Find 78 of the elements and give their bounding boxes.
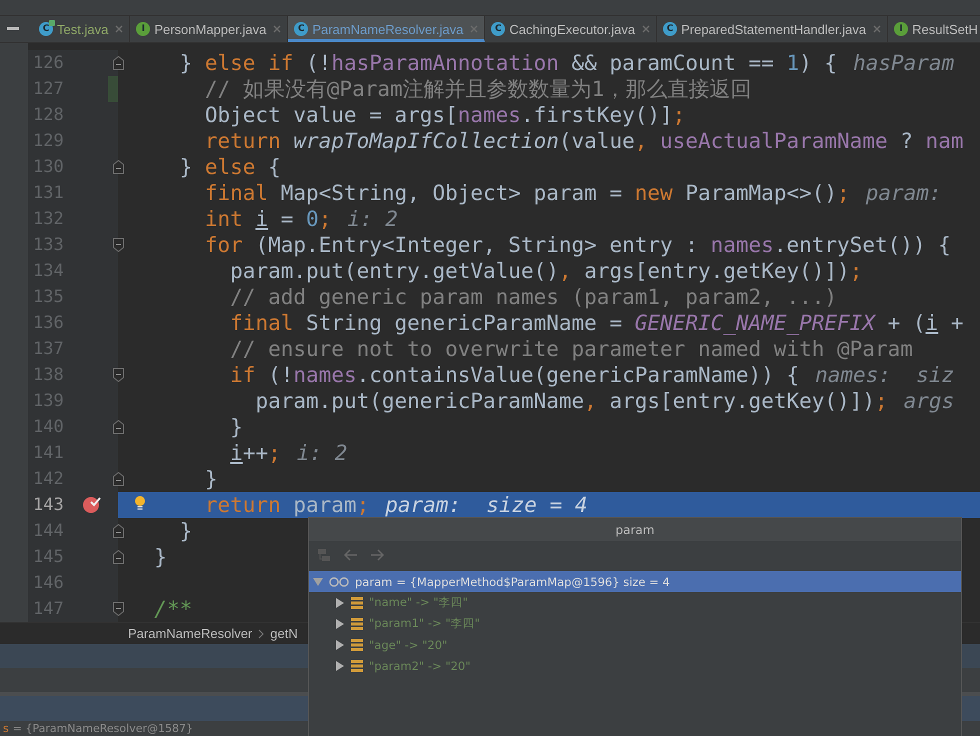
code-line: param.put(genericParamName, args[entry.getKey()]);: [255, 388, 888, 414]
lightbulb-icon[interactable]: [134, 495, 146, 511]
file-type-icon: I: [894, 22, 908, 36]
editor-tab[interactable]: C ParamNameResolver.java: [288, 16, 486, 42]
breadcrumb-item[interactable]: ParamNameResolver: [128, 626, 252, 641]
chevron-icon: [258, 628, 264, 638]
code-line: }: [154, 544, 167, 570]
code-line: // ensure not to overwrite parameter named with @Param: [230, 336, 913, 362]
list-icon: [351, 638, 363, 650]
list-icon: [351, 660, 363, 672]
code-line: final Map<String, Object> param = new ParamMap<>();: [204, 180, 850, 206]
code-line: }: [180, 518, 192, 544]
fold-marker-icon[interactable]: [113, 472, 124, 486]
inline-value-hint: param: size = 4: [385, 493, 588, 517]
line-number: 143: [33, 495, 64, 515]
breadcrumb-item[interactable]: getN: [270, 626, 298, 641]
expand-arrow-icon[interactable]: [335, 660, 345, 670]
code-line: // add generic param names (param1, param2, ...): [230, 284, 838, 310]
tree-row[interactable]: param = {MapperMethod$ParamMap@1596} size = 4: [309, 571, 961, 592]
fold-marker-icon[interactable]: [113, 238, 124, 252]
map-entry: "name" -> "李四": [369, 595, 468, 610]
minus-icon[interactable]: [7, 27, 19, 31]
code-line: return param;: [204, 492, 370, 518]
inline-value-hint: names: siz: [815, 363, 954, 387]
code-line: int i = 0;: [204, 206, 332, 232]
tree-row[interactable]: "param1" -> "李四": [309, 613, 961, 634]
editor-tab[interactable]: C Test.java: [33, 16, 130, 42]
inline-value-hint: hasParam: [853, 51, 954, 75]
code-line: } else {: [180, 154, 281, 180]
inline-value-hint: i: 2: [296, 441, 348, 465]
variable-value: = {MapperMethod$ParamMap@1596} size = 4: [396, 574, 670, 588]
tree-row[interactable]: "name" -> "李四": [309, 592, 961, 613]
list-icon: [351, 618, 363, 630]
code-line: // 如果没有@Param注解并且参数数量为1，那么直接返回: [204, 76, 752, 102]
map-entry: "age" -> "20": [369, 638, 448, 652]
tree-row[interactable]: "param2" -> "20": [309, 655, 961, 676]
map-entry: "param2" -> "20": [369, 658, 471, 672]
code-line: /**: [154, 596, 192, 622]
editor-tab[interactable]: C CachingExecutor.java: [485, 16, 658, 42]
expand-arrow-icon[interactable]: [335, 618, 345, 628]
fold-marker-icon[interactable]: [113, 368, 124, 382]
code-line: Object value = args[names.firstKey()];: [204, 102, 686, 128]
glasses-icon: [329, 576, 349, 586]
tree-row[interactable]: "age" -> "20": [309, 634, 961, 655]
code-line: i++;: [230, 440, 281, 466]
breakpoint-icon[interactable]: [82, 494, 102, 514]
code-line: return wrapToMapIfCollection(value, useActualParamName ? nam: [204, 128, 964, 154]
map-entry: "param1" -> "李四": [369, 616, 480, 631]
code-line: param.put(entry.getValue(), args[entry.getKey()]);: [230, 258, 862, 284]
fold-marker-icon[interactable]: [113, 56, 124, 70]
code-line: }: [204, 466, 218, 492]
code-line: }: [230, 414, 243, 440]
variable-value: = {ParamNameResolver@1587}: [12, 722, 193, 735]
fold-marker-icon[interactable]: [113, 420, 124, 434]
editor-tab[interactable]: C PreparedStatementHandler.java: [657, 16, 888, 42]
editor-tab[interactable]: I ResultSetH: [888, 16, 980, 42]
expand-arrow-icon[interactable]: [335, 640, 345, 650]
inline-value-hint: param:: [866, 181, 942, 205]
fold-marker-icon[interactable]: [113, 550, 124, 564]
expand-arrow-icon[interactable]: [335, 598, 345, 608]
fold-marker-icon[interactable]: [113, 524, 124, 538]
file-type-icon: C: [491, 22, 506, 36]
file-type-icon: C: [663, 22, 678, 36]
variable-name: s: [3, 722, 9, 735]
variable-name: param: [355, 574, 392, 588]
code-line: if (!names.containsValue(genericParamName)) {: [230, 362, 800, 388]
code-line: for (Map.Entry<Integer, String> entry : names.entrySet()) {: [204, 232, 951, 258]
fold-marker-icon[interactable]: [113, 602, 124, 616]
file-type-icon: C: [294, 22, 308, 36]
code-line: final String genericParamName = GENERIC_NAME_PREFIX + (i +: [230, 310, 964, 336]
list-icon: [351, 596, 363, 608]
file-type-icon: I: [136, 22, 150, 36]
inline-value-hint: args: [904, 389, 954, 413]
code-line: } else if (!hasParamAnnotation && paramCount == 1) {: [180, 50, 838, 76]
popup-title: param: [309, 518, 961, 541]
inline-value-hint: i: 2: [347, 207, 398, 231]
file-type-icon: C: [39, 22, 53, 36]
fold-marker-icon[interactable]: [113, 160, 124, 174]
